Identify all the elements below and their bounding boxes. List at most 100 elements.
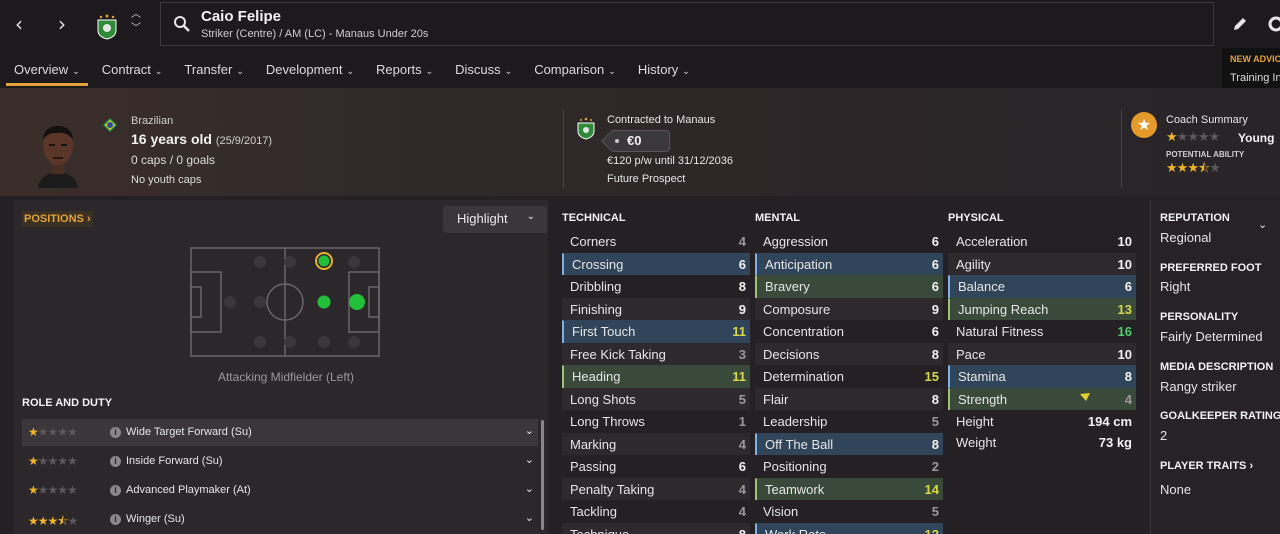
player-switch-arrows[interactable]: ︿ ﹀ — [130, 8, 142, 36]
attribute-name: Aggression — [763, 234, 829, 249]
attribute-row[interactable]: Acceleration 10 — [948, 230, 1136, 253]
chevron-down-icon[interactable]: ⌄ — [525, 511, 534, 524]
attribute-row[interactable]: Passing 6 — [562, 455, 750, 478]
attribute-row[interactable]: Bravery 6 — [755, 275, 943, 298]
tab-discuss[interactable]: Discuss ⌄ — [447, 54, 520, 86]
role-row[interactable]: ★★★★★ i Wide Target Forward (Su) ⌄ — [22, 419, 538, 446]
back-icon[interactable]: ‹ — [5, 10, 33, 38]
attribute-row[interactable]: Leadership 5 — [755, 410, 943, 433]
attribute-value: 15 — [924, 369, 939, 384]
attribute-row[interactable]: Marking 4 — [562, 432, 750, 455]
attribute-row[interactable]: Pace 10 — [948, 342, 1136, 365]
attribute-row[interactable]: Off The Ball 8 — [755, 432, 943, 455]
info-icon[interactable]: i — [110, 514, 121, 525]
attribute-row[interactable]: Stamina 8 — [948, 365, 1136, 388]
attribute-row[interactable]: Determination 15 — [755, 365, 943, 388]
attribute-value: 6 — [1124, 279, 1132, 294]
attribute-row[interactable]: Agility 10 — [948, 252, 1136, 275]
chevron-down-icon[interactable]: ⌄ — [1258, 218, 1267, 231]
attribute-value: 8 — [738, 279, 746, 294]
attribute-row[interactable]: Decisions 8 — [755, 342, 943, 365]
positions-link[interactable]: POSITIONS › — [22, 211, 93, 227]
attribute-row[interactable]: Aggression 6 — [755, 230, 943, 253]
new-advice-panel[interactable]: NEW ADVICE Training Intensity — [1222, 48, 1280, 88]
media-description-heading: MEDIA DESCRIPTION — [1160, 361, 1274, 373]
attribute-row[interactable]: Natural Fitness 16 — [948, 320, 1136, 343]
attribute-row[interactable]: Long Shots 5 — [562, 387, 750, 410]
player-search-box[interactable]: Caio Felipe Striker (Centre) / AM (LC) -… — [160, 2, 1214, 46]
attribute-value: 11 — [732, 324, 746, 339]
tab-overview[interactable]: Overview ⌄ — [6, 54, 88, 86]
player-traits-link[interactable]: PLAYER TRAITS › — [1160, 460, 1253, 472]
attribute-row[interactable]: Strength 4 — [948, 387, 1136, 410]
attribute-value: 8 — [931, 436, 939, 452]
player-traits-value: None — [1160, 482, 1192, 497]
attribute-row[interactable]: Long Throws 1 — [562, 410, 750, 433]
attribute-row[interactable]: Concentration 6 — [755, 320, 943, 343]
attribute-row[interactable]: Work Rate 12 — [755, 522, 943, 534]
attribute-row[interactable]: Technique 8 — [562, 522, 750, 534]
attribute-row[interactable]: Penalty Taking 4 — [562, 477, 750, 500]
attribute-row[interactable]: Flair 8 — [755, 387, 943, 410]
attribute-row[interactable]: Balance 6 — [948, 275, 1136, 298]
attribute-value: 4 — [738, 234, 746, 249]
attribute-row[interactable]: Heading 11 — [562, 365, 750, 388]
club-crest-icon[interactable] — [95, 12, 119, 40]
attribute-row[interactable]: Free Kick Taking 3 — [562, 342, 750, 365]
attribute-row[interactable]: Vision 5 — [755, 500, 943, 523]
role-name: Inside Forward (Su) — [126, 455, 223, 467]
attribute-row[interactable]: Anticipation 6 — [755, 252, 943, 275]
highlight-dropdown[interactable]: Highlight ⌄ — [443, 206, 547, 233]
tab-contract[interactable]: Contract ⌄ — [94, 54, 171, 86]
transfer-value-badge[interactable]: €0 — [610, 130, 670, 152]
attribute-row[interactable]: Finishing 9 — [562, 297, 750, 320]
tab-transfer[interactable]: Transfer ⌄ — [176, 54, 251, 86]
attribute-name: Stamina — [958, 369, 1006, 384]
chevron-down-icon[interactable]: ⌄ — [525, 453, 534, 466]
gear-icon[interactable] — [1266, 14, 1280, 34]
info-icon[interactable]: i — [110, 485, 121, 496]
attribute-row[interactable]: Corners 4 — [562, 230, 750, 253]
attribute-row[interactable]: Crossing 6 — [562, 252, 750, 275]
role-row[interactable]: ★★★⯪★ i Winger (Su) ⌄ — [22, 506, 538, 533]
attribute-name: Marking — [570, 436, 617, 452]
attribute-name: Jumping Reach — [958, 301, 1049, 317]
chevron-down-icon[interactable]: ⌄ — [525, 482, 534, 495]
roles-scrollbar[interactable] — [541, 420, 544, 530]
attribute-name: Finishing — [570, 301, 623, 317]
player-positions[interactable]: Striker (Centre) / AM (LC) - Manaus Unde… — [201, 28, 428, 40]
attribute-row[interactable]: Teamwork 14 — [755, 477, 943, 500]
role-row[interactable]: ★★★★★ i Advanced Playmaker (At) ⌄ — [22, 477, 538, 504]
info-icon[interactable]: i — [110, 427, 121, 438]
role-name: Wide Target Forward (Su) — [126, 426, 252, 438]
attribute-value: 9 — [738, 301, 746, 317]
role-name: Winger (Su) — [126, 513, 185, 525]
club-crest-icon[interactable] — [576, 116, 596, 140]
edit-icon[interactable] — [1230, 14, 1250, 34]
contract-club[interactable]: Contracted to Manaus — [607, 114, 715, 126]
goalkeeper-rating-value: 2 — [1160, 428, 1168, 443]
attribute-name: Leadership — [763, 414, 828, 429]
attribute-name: Anticipation — [765, 256, 833, 272]
chevron-down-icon[interactable]: ⌄ — [525, 424, 534, 437]
attribute-row[interactable]: Tackling 4 — [562, 500, 750, 523]
tab-reports[interactable]: Reports ⌄ — [368, 54, 441, 86]
attribute-row[interactable]: Jumping Reach 13 — [948, 297, 1136, 320]
attribute-value: 6 — [738, 256, 746, 272]
position-pitch[interactable] — [190, 247, 380, 357]
attribute-name: Long Throws — [570, 414, 645, 429]
attribute-row[interactable]: Composure 9 — [755, 297, 943, 320]
tab-development[interactable]: Development ⌄ — [258, 54, 362, 86]
attribute-row[interactable]: Positioning 2 — [755, 455, 943, 478]
attribute-value: 14 — [924, 481, 939, 497]
nationality[interactable]: Brazilian — [131, 115, 173, 127]
attribute-row[interactable]: First Touch 11 — [562, 320, 750, 343]
attribute-row[interactable]: Dribbling 8 — [562, 275, 750, 298]
info-icon[interactable]: i — [110, 456, 121, 467]
role-row[interactable]: ★★★★★ i Inside Forward (Su) ⌄ — [22, 448, 538, 475]
tab-comparison[interactable]: Comparison ⌄ — [526, 54, 624, 86]
forward-icon[interactable]: › — [48, 10, 76, 38]
tab-history[interactable]: History ⌄ — [630, 54, 698, 86]
player-face[interactable] — [30, 118, 86, 188]
height-label: Height — [956, 414, 994, 429]
